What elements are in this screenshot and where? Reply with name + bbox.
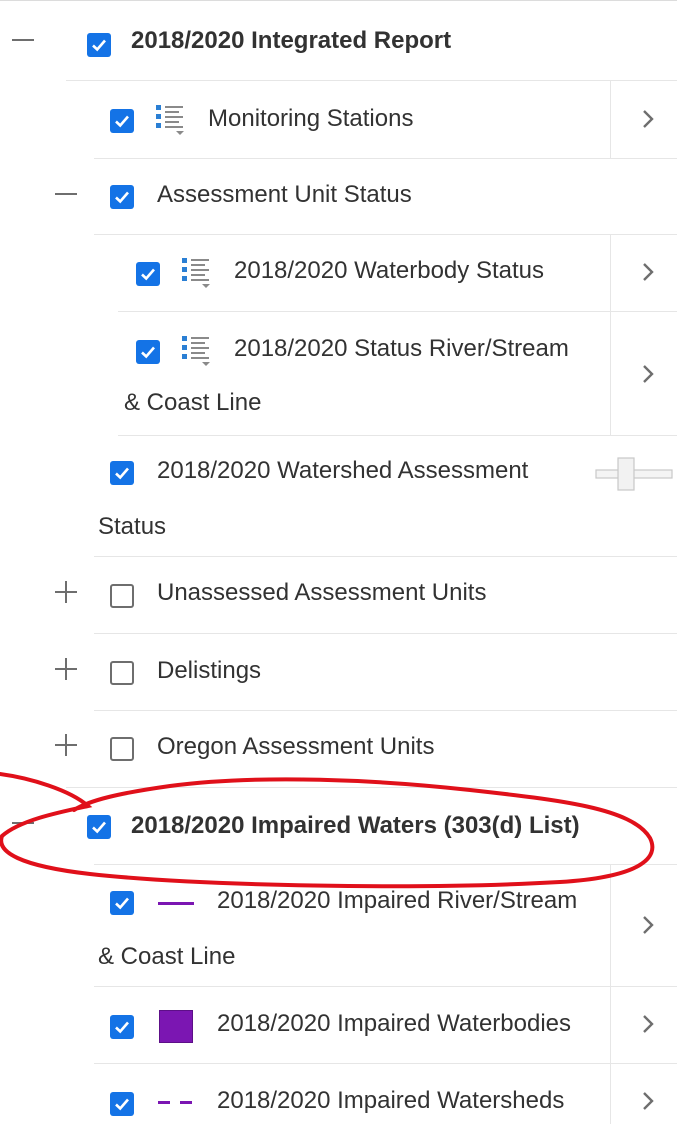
plus-icon[interactable] [55, 734, 77, 756]
opacity-slider[interactable] [594, 456, 674, 492]
row-divider [94, 710, 677, 711]
oregon-units-label: Oregon Assessment Units [157, 733, 435, 760]
assessment-unit-status-checkbox[interactable] [110, 185, 134, 209]
delistings-checkbox[interactable] [110, 661, 134, 685]
row-divider [118, 435, 677, 436]
collapse-icon[interactable] [55, 193, 77, 195]
unassessed-units-label: Unassessed Assessment Units [157, 579, 487, 606]
legend-list-icon[interactable] [180, 334, 214, 368]
plus-icon[interactable] [55, 658, 77, 680]
row-divider [66, 787, 677, 788]
impaired-watersheds-checkbox[interactable] [110, 1092, 134, 1116]
chevron-right-icon[interactable] [640, 261, 656, 283]
row-divider [66, 80, 677, 81]
row-divider [94, 556, 677, 557]
row-divider [94, 864, 677, 865]
watershed-assessment-label-cont: Status [98, 513, 167, 540]
integrated-report-label: 2018/2020 Integrated Report [131, 27, 452, 54]
row-divider [118, 311, 677, 312]
line-symbol-icon [158, 902, 194, 905]
plus-icon[interactable] [55, 581, 77, 603]
impaired-river-stream-label-cont: & Coast Line [98, 943, 236, 970]
impaired-waters-label: 2018/2020 Impaired Waters (303(d) List) [131, 812, 580, 839]
chevron-right-icon[interactable] [640, 108, 656, 130]
row-divider [94, 234, 677, 235]
legend-list-icon[interactable] [180, 256, 214, 290]
chevron-right-icon[interactable] [640, 363, 656, 385]
dashed-line-symbol-icon [158, 1101, 192, 1104]
fill-symbol-icon [159, 1010, 193, 1043]
row-divider [94, 986, 677, 987]
chevron-right-icon[interactable] [640, 1013, 656, 1035]
impaired-waterbodies-label: 2018/2020 Impaired Waterbodies [217, 1010, 571, 1037]
action-divider [610, 864, 611, 1124]
watershed-assessment-label: 2018/2020 Watershed Assessment [157, 457, 529, 484]
impaired-river-stream-checkbox[interactable] [110, 891, 134, 915]
legend-list-icon[interactable] [154, 103, 188, 137]
status-river-stream-label-cont: & Coast Line [124, 389, 262, 416]
oregon-units-checkbox[interactable] [110, 737, 134, 761]
status-river-stream-label: 2018/2020 Status River/Stream [234, 335, 569, 362]
status-river-stream-checkbox[interactable] [136, 340, 160, 364]
collapse-icon[interactable] [12, 822, 34, 824]
impaired-waters-checkbox[interactable] [87, 815, 111, 839]
integrated-report-checkbox[interactable] [87, 33, 111, 57]
unassessed-units-checkbox[interactable] [110, 584, 134, 608]
impaired-river-stream-label: 2018/2020 Impaired River/Stream [217, 887, 578, 914]
row-divider [94, 633, 677, 634]
chevron-right-icon[interactable] [640, 914, 656, 936]
action-divider [610, 234, 611, 435]
assessment-unit-status-label: Assessment Unit Status [157, 181, 412, 208]
waterbody-status-checkbox[interactable] [136, 262, 160, 286]
row-divider [94, 1063, 677, 1064]
impaired-waterbodies-checkbox[interactable] [110, 1015, 134, 1039]
row-divider [94, 158, 677, 159]
waterbody-status-label: 2018/2020 Waterbody Status [234, 257, 544, 284]
delistings-label: Delistings [157, 657, 262, 684]
monitoring-stations-label: Monitoring Stations [208, 105, 414, 132]
impaired-watersheds-label: 2018/2020 Impaired Watersheds [217, 1087, 565, 1114]
action-divider [610, 80, 611, 158]
monitoring-stations-checkbox[interactable] [110, 109, 134, 133]
watershed-assessment-checkbox[interactable] [110, 461, 134, 485]
top-divider [0, 0, 677, 1]
collapse-icon[interactable] [12, 39, 34, 41]
chevron-right-icon[interactable] [640, 1090, 656, 1112]
